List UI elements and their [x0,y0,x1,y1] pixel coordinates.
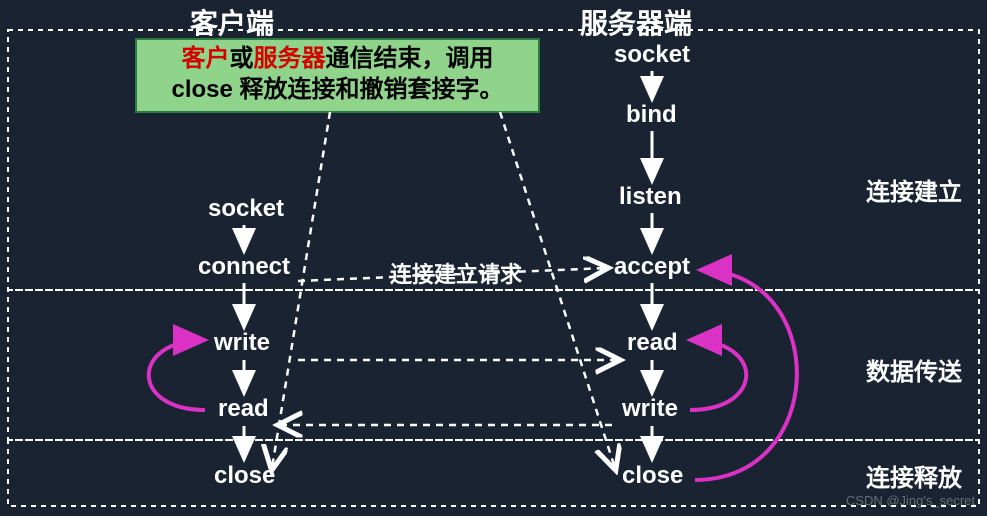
phase-release-box [8,440,979,506]
client-close: close [214,462,275,490]
server-title: 服务器端 [580,2,692,42]
watermark: CSDN @Jing's_secret [846,493,975,508]
server-close: close [622,462,683,490]
callout-red-client: 客户 [182,45,230,72]
server-accept: accept [614,253,690,281]
client-title: 客户端 [190,2,274,42]
callout-line2-rest: 释放连接和撤销套接字。 [240,76,504,103]
server-read: read [627,329,678,357]
phase-establish-label: 连接建立 [866,172,962,207]
callout-mid: 或 [230,45,254,72]
client-socket: socket [208,195,284,223]
phase-transfer-label: 数据传送 [866,352,962,387]
client-write: write [214,329,270,357]
connection-request-label: 连接建立请求 [390,257,522,289]
client-connect: connect [198,253,290,281]
server-write: write [622,395,678,423]
phase-transfer-box [8,290,979,440]
callout-red-server: 服务器 [254,45,326,72]
callout-to-server-close [500,112,615,468]
callout-tail: 通信结束，调用 [326,45,494,72]
loop-client-read-write [149,340,205,410]
callout-to-client-close [272,112,330,468]
loop-server-write-read [690,340,746,410]
server-bind: bind [626,101,677,129]
callout-close-word: close [171,76,239,103]
client-read: read [218,395,269,423]
callout-box: 客户或服务器通信结束，调用 close 释放连接和撤销套接字。 [135,38,540,113]
callout-line2: close 释放连接和撤销套接字。 [145,74,530,105]
phase-release-label: 连接释放 [866,458,962,493]
server-socket: socket [614,41,690,69]
server-listen: listen [619,183,682,211]
callout-line1: 客户或服务器通信结束，调用 [145,43,530,74]
diagram-root: 客户端 服务器端 客户或服务器通信结束，调用 close 释放连接和撤销套接字。… [0,0,987,516]
loop-server-close-accept [695,270,797,480]
